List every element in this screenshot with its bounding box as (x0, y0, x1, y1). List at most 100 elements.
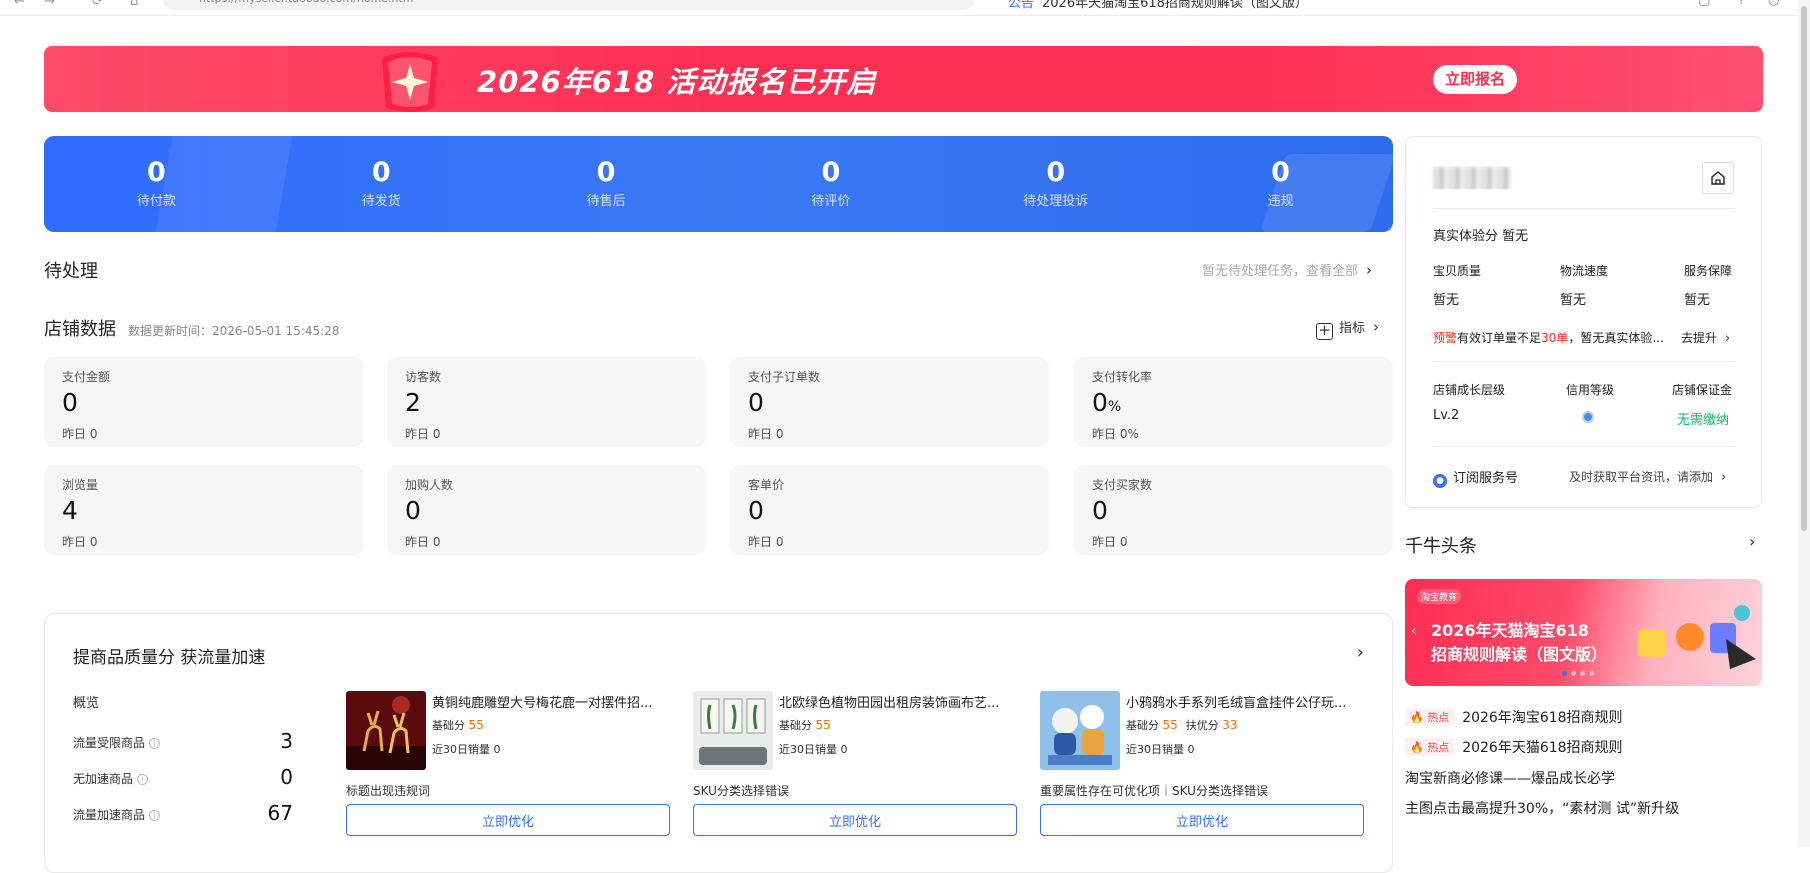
info-icon[interactable]: i (149, 810, 161, 821)
news-item[interactable]: 🔥 热点 2026年淘宝618招商规则 (1405, 707, 1623, 727)
metric-label: 浏览量 (62, 478, 99, 492)
metric-label: 支付买家数 (1092, 478, 1153, 492)
headline-carousel[interactable]: 淘宝教育 ‹ 2026年天猫淘宝618 招商规则解读（图文版） (1405, 579, 1762, 686)
help-icon[interactable]: ? (1738, 0, 1745, 8)
carousel-dots (1562, 671, 1594, 676)
subscribe-service[interactable]: ● 订阅服务号 (1433, 467, 1518, 488)
metric-card[interactable]: 支付买家数 0 昨日 0 (1074, 465, 1393, 555)
stat-violations[interactable]: 0 违规 (1168, 136, 1393, 232)
optimize-button[interactable]: 立即优化 (1040, 804, 1364, 836)
stat-pending-shipment[interactable]: 0 待发货 (269, 136, 494, 232)
news-item[interactable]: 淘宝新商必修课——爆品成长必学 (1405, 768, 1615, 788)
signup-button[interactable]: 立即报名 (1433, 65, 1517, 94)
banner-title: 2026年618 活动报名已开启 (477, 65, 877, 99)
extra-score-label: 扶优分 (1185, 719, 1219, 732)
stat-after-sales[interactable]: 0 待售后 (494, 136, 719, 232)
credit-diamond-icon (1582, 411, 1594, 423)
overview-title: 概览 (73, 696, 100, 711)
deer-sculpture-image (346, 691, 426, 770)
improve-link[interactable]: 去提升 › (1681, 329, 1730, 346)
view-all-label: 暂无待处理任务，查看全部 (1202, 264, 1359, 279)
promo-banner[interactable]: 2026年618 活动报名已开启 立即报名 (44, 46, 1763, 112)
news-item[interactable]: 🔥 热点 2026年天猫618招商规则 (1405, 737, 1623, 757)
carousel-dot[interactable] (1580, 671, 1585, 676)
metric-card[interactable]: 浏览量 4 昨日 0 (44, 465, 363, 555)
chevron-right-icon: › (1366, 261, 1373, 279)
carousel-dot[interactable] (1562, 671, 1567, 676)
stat-label: 待发货 (361, 194, 401, 209)
metric-value: 0 (405, 497, 688, 529)
score-value: 暂无 (1560, 293, 1587, 308)
divider (1433, 446, 1735, 447)
product-image[interactable] (1040, 691, 1120, 770)
product-name[interactable]: 黄铜纯鹿雕塑大号梅花鹿一对摆件招... (432, 692, 670, 711)
product-image[interactable] (346, 691, 426, 770)
divider (1433, 208, 1735, 209)
metric-label: 支付金额 (62, 370, 111, 384)
metric-card[interactable]: 访客数 2 昨日 0 (387, 357, 706, 447)
overview-row[interactable]: 无加速商品 i 0 (73, 765, 293, 789)
experience-value: 暂无 (1502, 229, 1529, 244)
product-score: 基础分 55 扶优分 33 (1126, 717, 1246, 733)
shop-info-panel: 真实体验分 暂无 宝贝质量 物流速度 服务保障 暂无 暂无 暂无 预警有效订单量… (1405, 136, 1762, 508)
quality-card: 提商品质量分 获流量加速 › 概览 流量受限商品 i 3 无加速商品 i 0 流量加速商… (44, 613, 1393, 873)
subscribe-hint-link[interactable]: 及时获取平台资讯，请添加 › (1569, 468, 1726, 485)
shop-home-button[interactable] (1702, 162, 1734, 194)
stat-pending-review[interactable]: 0 待评价 (718, 136, 943, 232)
metric-card[interactable]: 加购人数 0 昨日 0 (387, 465, 706, 555)
notice-bar[interactable]: 公告 2026年天猫淘宝618招商规则解读（图文版） (1008, 0, 1308, 11)
metric-card[interactable]: 客单价 0 昨日 0 (730, 465, 1049, 555)
improve-label: 去提升 (1681, 331, 1718, 345)
stat-value: 0 (1046, 157, 1066, 188)
promo-line2: 招商规则解读（图文版） (1431, 645, 1608, 664)
indicator-link[interactable]: + 指标 › (1316, 317, 1379, 340)
stat-label: 待售后 (586, 194, 626, 209)
product-name[interactable]: 小鸦鸦水手系列毛绒盲盒挂件公仔玩... (1126, 692, 1364, 711)
metric-label: 访客数 (405, 370, 442, 384)
order-status-bar: 0 待付款 0 待发货 0 待售后 0 待评价 0 待处理投诉 0 违规 (44, 136, 1393, 232)
product-image[interactable] (693, 691, 773, 770)
news-item[interactable]: 主图点击最高提升30%，“素材测 试”新升级 (1405, 798, 1679, 818)
metric-card[interactable]: 支付子订单数 0 昨日 0 (730, 357, 1049, 447)
carousel-prev-icon[interactable]: ‹ (1411, 623, 1417, 639)
stat-value: 0 (371, 157, 391, 188)
user-icon[interactable]: ○ (1768, 0, 1779, 8)
scrollbar-thumb[interactable] (1801, 6, 1807, 531)
metric-value: 2 (405, 389, 688, 421)
chevron-right-icon: › (1721, 470, 1727, 485)
chevron-right-icon: › (1725, 331, 1731, 346)
promo-illustration (1638, 605, 1756, 669)
forward-icon[interactable]: → (44, 0, 55, 9)
chevron-right-icon[interactable]: › (1749, 532, 1755, 551)
page-scrollbar[interactable] (1798, 0, 1810, 847)
carousel-dot[interactable] (1589, 671, 1594, 676)
carousel-dot[interactable] (1571, 671, 1576, 676)
stat-value: 0 (821, 157, 841, 188)
address-bar[interactable]: https://myseller.taobao.com/home.htm (163, 0, 975, 10)
overview-row[interactable]: 流量受限商品 i 3 (73, 729, 293, 753)
stat-pending-payment[interactable]: 0 待付款 (44, 136, 269, 232)
reload-icon[interactable]: ⟳ (92, 0, 103, 9)
info-icon[interactable]: i (137, 774, 149, 785)
optimize-button[interactable]: 立即优化 (693, 804, 1017, 836)
home-icon[interactable]: ⌂ (130, 0, 138, 9)
overview-value: 0 (280, 765, 293, 789)
house-icon (1711, 171, 1725, 185)
chevron-right-icon[interactable]: › (1357, 642, 1364, 663)
view-all-tasks-link[interactable]: 暂无待处理任务，查看全部 › (1202, 260, 1372, 279)
metric-value: 0 (1092, 497, 1375, 529)
stat-complaints[interactable]: 0 待处理投诉 (943, 136, 1168, 232)
score-label: 基础分 (779, 719, 812, 732)
update-time: 数据更新时间：2026-05-01 15:45:28 (128, 324, 340, 338)
metric-value: 4 (62, 497, 345, 529)
metric-card[interactable]: 支付转化率 0% 昨日 0% (1074, 357, 1393, 447)
product-name[interactable]: 北欧绿色植物田园出租房装饰画布艺... (779, 692, 1017, 711)
warning-line[interactable]: 预警有效订单量不足30单，暂无真实体验... (1433, 329, 1664, 346)
optimize-button[interactable]: 立即优化 (346, 804, 670, 836)
metric-card[interactable]: 支付金额 0 昨日 0 (44, 357, 363, 447)
overview-row[interactable]: 流量加速商品 i 67 (73, 801, 293, 825)
clipboard-icon[interactable]: ▢ (1698, 0, 1710, 8)
info-icon[interactable]: i (149, 738, 161, 749)
stat-value: 0 (1271, 157, 1290, 188)
back-icon[interactable]: ← (14, 0, 25, 9)
